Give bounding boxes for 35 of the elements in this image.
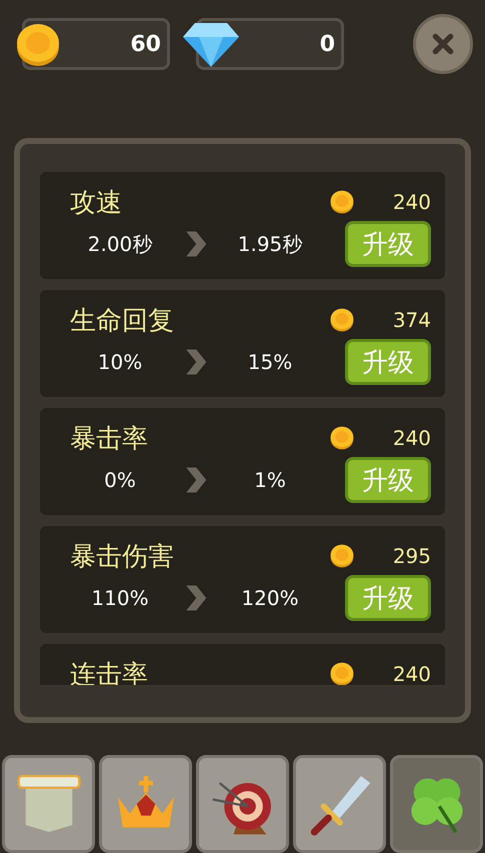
upgrade-button[interactable]: 升级 — [345, 221, 431, 267]
upgrade-cost: 240 — [392, 662, 431, 685]
coin-icon — [329, 661, 355, 685]
upgrade-cost: 240 — [392, 190, 431, 214]
upgrade-name: 攻速 — [70, 186, 122, 220]
next-value: 1.95秒 — [236, 230, 304, 258]
upgrade-cost: 240 — [392, 426, 431, 450]
coin-icon — [329, 307, 355, 333]
tab[interactable] — [390, 755, 483, 853]
tab[interactable] — [293, 755, 386, 853]
close-icon — [430, 31, 456, 57]
upgrade-name: 暴击伤害 — [70, 540, 174, 574]
upgrade-cost: 374 — [392, 308, 431, 332]
current-value: 0% — [103, 468, 137, 492]
coin-icon — [329, 189, 355, 215]
upgrade-button[interactable]: 升级 — [345, 575, 431, 621]
tab[interactable] — [2, 755, 95, 853]
upgrade-name: 生命回复 — [70, 304, 174, 338]
next-value: 15% — [246, 350, 294, 374]
coin-icon — [329, 543, 355, 569]
next-value: 120% — [240, 586, 300, 610]
upgrade-button[interactable]: 升级 — [345, 457, 431, 503]
upgrade-name: 暴击率 — [70, 422, 148, 456]
current-value: 110% — [90, 586, 150, 610]
tab[interactable] — [99, 755, 192, 853]
current-value: 10% — [96, 350, 144, 374]
diamond-icon — [181, 21, 241, 69]
currency-amount: 0 — [320, 32, 335, 56]
coin-icon — [329, 425, 355, 451]
current-value: 2.00秒 — [86, 230, 154, 258]
currency-amount: 60 — [130, 32, 161, 56]
next-value: 1% — [253, 468, 287, 492]
upgrade-button[interactable]: 升级 — [345, 339, 431, 385]
tab[interactable] — [196, 755, 289, 853]
upgrade-cost: 295 — [392, 544, 431, 568]
